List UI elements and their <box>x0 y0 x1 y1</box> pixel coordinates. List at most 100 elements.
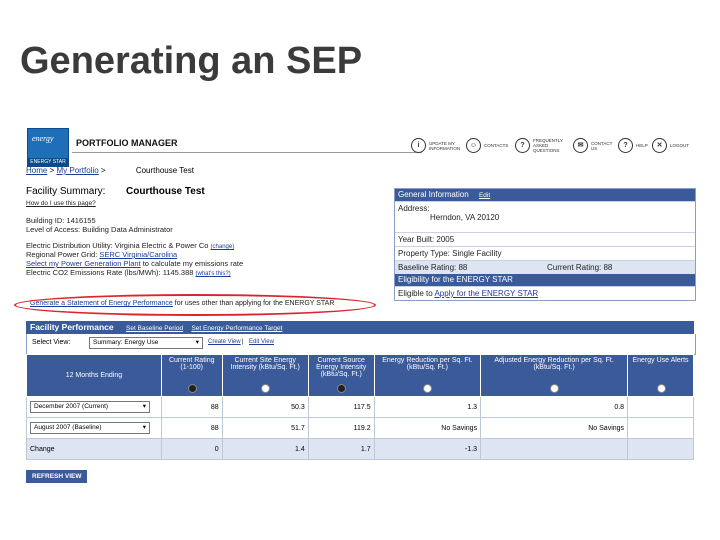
column-header-label: Current Source Energy Intensity (kBtu/Sq… <box>316 357 367 378</box>
link-separator: | <box>242 339 244 345</box>
baseline-rating: Baseline Rating: 88 <box>398 263 468 272</box>
adjusted-reduction-cell: No Savings <box>480 417 629 439</box>
facility-summary-label: Facility Summary: <box>26 186 106 197</box>
eligible-text: Eligible to <box>398 289 435 298</box>
logout-icon: ✕ <box>652 138 667 153</box>
chevron-down-icon: ▾ <box>142 424 146 431</box>
nav-logout[interactable]: ✕ LOGOUT <box>652 138 689 153</box>
utility-change-link[interactable]: (change) <box>211 244 235 250</box>
year-built: Year Built: 2005 <box>395 232 695 246</box>
sort-radio[interactable] <box>337 384 347 393</box>
create-view-link[interactable]: Create View <box>208 339 241 345</box>
select-view-label: Select View: <box>32 339 71 346</box>
help-icon: ? <box>618 138 633 153</box>
period-cell: December 2007 (Current) ▾ <box>26 396 162 418</box>
period-value: December 2007 (Current) <box>34 403 109 410</box>
breadcrumb-portfolio[interactable]: My Portfolio <box>56 166 98 175</box>
nav-faq[interactable]: ? FREQUENTLY ASKED QUESTIONS <box>515 138 569 153</box>
facility-name: Courthouse Test <box>126 186 205 197</box>
breadcrumb: Home > My Portfolio > Courthouse Test <box>26 166 194 175</box>
eligibility-row: Eligible to Apply for the ENERGY STAR <box>395 286 695 300</box>
nav-help[interactable]: ? HELP <box>618 138 648 153</box>
site-intensity-cell: 1.4 <box>221 438 309 460</box>
facility-performance-header: Facility Performance Set Baseline Period… <box>26 321 694 334</box>
address-row: Address: Herndon, VA 20120 <box>395 201 695 232</box>
column-header: Current Rating (1-100) <box>160 354 223 397</box>
nav-label: LOGOUT <box>670 143 690 148</box>
column-header: Energy Reduction per Sq. Ft. (kBtu/Sq. F… <box>373 354 482 397</box>
site-intensity-cell: 50.3 <box>221 396 309 418</box>
table-row-change: Change 0 1.4 1.7 -1.3 <box>26 438 694 460</box>
refresh-view-button[interactable]: REFRESH VIEW <box>26 470 88 483</box>
help-page-link[interactable]: How do I use this page? <box>26 200 96 207</box>
table-row: August 2007 (Baseline) ▾ 88 51.7 119.2 No… <box>26 417 694 439</box>
emissions-line: Electric CO2 Emissions Rate (lbs/MWh): 1… <box>26 268 231 277</box>
edit-view-link[interactable]: Edit View <box>249 339 274 345</box>
reduction-cell: No Savings <box>373 417 482 439</box>
column-header: 12 Months Ending <box>26 354 162 397</box>
emissions-help-link[interactable]: (what's this?) <box>196 271 231 277</box>
general-information-header: General Information Edit <box>395 189 695 201</box>
period-value: August 2007 (Baseline) <box>34 424 102 431</box>
sort-radio[interactable] <box>550 384 560 393</box>
apply-energy-star-link[interactable]: Apply for the ENERGY STAR <box>434 289 538 298</box>
logo-text: energy <box>32 134 54 143</box>
property-type: Property Type: Single Facility <box>395 246 695 260</box>
source-intensity-cell: 119.2 <box>307 417 375 439</box>
nav-label: CONTACT US <box>591 140 613 151</box>
rating-cell: 0 <box>160 438 223 460</box>
set-baseline-link[interactable]: Set Baseline Period <box>126 325 183 332</box>
sort-radio[interactable] <box>187 384 197 393</box>
alerts-cell <box>627 417 694 439</box>
column-header-label: Adjusted Energy Reduction per Sq. Ft. (k… <box>494 357 614 371</box>
column-header-label: Current Rating (1-100) <box>168 357 215 371</box>
utility-line: Electric Distribution Utility: Virginia … <box>26 241 234 250</box>
account-icon: i <box>411 138 426 153</box>
nav-update-info[interactable]: i UPDATE MY INFORMATION <box>411 138 460 153</box>
portfolio-manager-screenshot: energy ENERGY STAR PORTFOLIO MANAGER i U… <box>14 128 696 490</box>
select-view-value: Summary: Energy Use <box>93 339 159 346</box>
sort-radio[interactable] <box>261 384 271 393</box>
nav-label: HELP <box>636 143 648 148</box>
facility-performance-title: Facility Performance <box>30 322 114 332</box>
column-header-label: Current Site Energy Intensity (kBtu/Sq. … <box>230 357 300 371</box>
faq-icon: ? <box>515 138 530 153</box>
sort-radio[interactable] <box>423 384 433 393</box>
nav-contacts[interactable]: ☺ CONTACTS <box>466 138 508 153</box>
period-dropdown[interactable]: August 2007 (Baseline) ▾ <box>30 422 150 434</box>
access-level: Level of Access: Building Data Administr… <box>26 225 173 234</box>
logo-bottom-text: ENERGY STAR <box>28 158 68 166</box>
select-view-dropdown[interactable]: Summary: Energy Use ▾ <box>89 337 203 349</box>
address-value: Herndon, VA 20120 <box>430 213 500 222</box>
app-title: PORTFOLIO MANAGER <box>76 138 178 148</box>
general-information-title: General Information <box>398 190 469 199</box>
site-intensity-cell: 51.7 <box>221 417 309 439</box>
general-information-panel: General Information Edit Address: Herndo… <box>394 188 696 301</box>
source-intensity-cell: 1.7 <box>307 438 375 460</box>
rating-cell: 88 <box>160 396 223 418</box>
energy-star-logo[interactable]: energy ENERGY STAR <box>27 128 69 167</box>
period-dropdown[interactable]: December 2007 (Current) ▾ <box>30 401 150 413</box>
slide-title: Generating an SEP <box>20 40 363 82</box>
power-grid-link[interactable]: SERC Virginia/Carolina <box>99 250 177 259</box>
contact-us-icon: ✉ <box>573 138 588 153</box>
power-plant-line: Select my Power Generation Plant to calc… <box>26 259 243 268</box>
power-plant-link[interactable]: Select my Power Generation Plant <box>26 259 141 268</box>
set-target-link[interactable]: Set Energy Performance Target <box>191 325 282 332</box>
emissions-text: Electric CO2 Emissions Rate (lbs/MWh): 1… <box>26 268 194 277</box>
nav-contact-us[interactable]: ✉ CONTACT US <box>573 138 617 153</box>
sort-radio[interactable] <box>656 384 666 393</box>
power-grid-line: Regional Power Grid: SERC Virginia/Carol… <box>26 250 177 259</box>
contacts-icon: ☺ <box>466 138 481 153</box>
edit-link[interactable]: Edit <box>479 192 490 199</box>
column-header-label: Energy Use Alerts <box>632 357 689 364</box>
reduction-cell: -1.3 <box>373 438 482 460</box>
select-view-bar: Select View: Summary: Energy Use ▾ Creat… <box>26 334 696 355</box>
alerts-cell <box>627 438 694 460</box>
address-label: Address: <box>398 204 430 213</box>
power-plant-suffix: to calculate my emissions rate <box>140 259 244 268</box>
column-header: Energy Use Alerts <box>627 354 694 397</box>
source-intensity-cell: 117.5 <box>307 396 375 418</box>
column-header: Adjusted Energy Reduction per Sq. Ft. (k… <box>480 354 629 397</box>
breadcrumb-home[interactable]: Home <box>26 166 47 175</box>
